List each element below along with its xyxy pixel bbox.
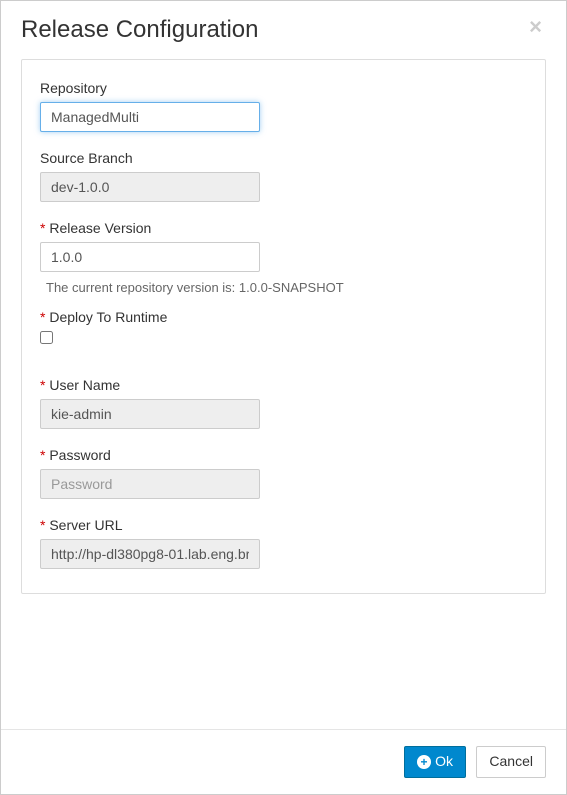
deploy-checkbox-wrap <box>40 331 527 349</box>
server-url-input <box>40 539 260 569</box>
required-star-icon: * <box>40 517 45 533</box>
password-label-text: Password <box>49 447 110 463</box>
password-group: * Password <box>40 447 527 499</box>
deploy-to-runtime-label: * Deploy To Runtime <box>40 309 527 325</box>
password-label: * Password <box>40 447 527 463</box>
repository-input[interactable] <box>40 102 260 132</box>
cancel-button[interactable]: Cancel <box>476 746 546 778</box>
version-help-text: The current repository version is: 1.0.0… <box>46 280 527 295</box>
user-name-label-text: User Name <box>49 377 120 393</box>
cancel-button-label: Cancel <box>489 752 533 772</box>
required-star-icon: * <box>40 220 45 236</box>
modal-body: Repository Source Branch * Release Versi… <box>1 59 566 729</box>
required-star-icon: * <box>40 447 45 463</box>
modal-footer: + Ok Cancel <box>1 729 566 794</box>
release-version-input[interactable] <box>40 242 260 272</box>
server-url-label-text: Server URL <box>49 517 122 533</box>
source-branch-input <box>40 172 260 202</box>
close-icon[interactable]: × <box>525 16 546 38</box>
user-name-group: * User Name <box>40 377 527 429</box>
source-branch-label: Source Branch <box>40 150 527 166</box>
password-input <box>40 469 260 499</box>
server-url-group: * Server URL <box>40 517 527 569</box>
release-version-label: * Release Version <box>40 220 527 236</box>
ok-button-label: Ok <box>435 752 453 772</box>
user-name-label: * User Name <box>40 377 527 393</box>
ok-button[interactable]: + Ok <box>404 746 466 778</box>
repository-group: Repository <box>40 80 527 132</box>
modal-title: Release Configuration <box>21 16 258 44</box>
deploy-to-runtime-checkbox[interactable] <box>40 331 53 344</box>
deploy-to-runtime-label-text: Deploy To Runtime <box>49 309 167 325</box>
plus-circle-icon: + <box>417 755 431 769</box>
user-name-input <box>40 399 260 429</box>
server-url-label: * Server URL <box>40 517 527 533</box>
repository-label: Repository <box>40 80 527 96</box>
release-version-group: * Release Version <box>40 220 527 272</box>
modal-header: Release Configuration × <box>1 1 566 59</box>
form-panel: Repository Source Branch * Release Versi… <box>21 59 546 594</box>
source-branch-group: Source Branch <box>40 150 527 202</box>
deploy-to-runtime-group: * Deploy To Runtime <box>40 309 527 349</box>
required-star-icon: * <box>40 377 45 393</box>
required-star-icon: * <box>40 309 45 325</box>
release-version-label-text: Release Version <box>49 220 151 236</box>
release-configuration-modal: Release Configuration × Repository Sourc… <box>0 0 567 795</box>
